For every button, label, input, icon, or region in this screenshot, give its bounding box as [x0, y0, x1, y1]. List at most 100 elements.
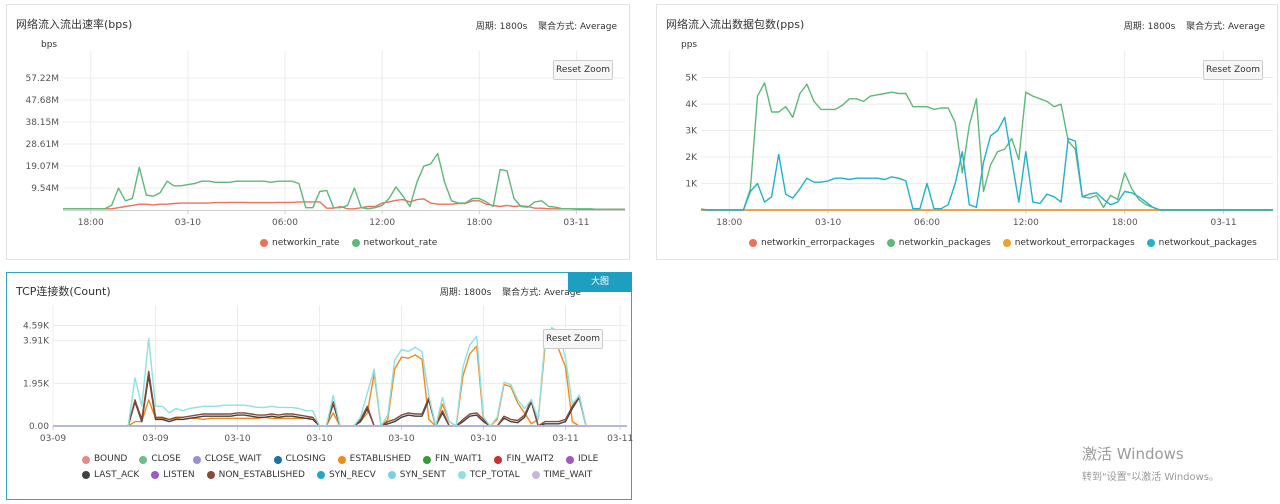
legend-label: LISTEN: [163, 469, 195, 480]
y-tick-label: 4K: [685, 100, 698, 110]
x-tick-label: 18:00: [466, 218, 492, 228]
x-tick-label: 06:00: [272, 218, 298, 228]
legend-item-fin-wait2[interactable]: FIN_WAIT2: [494, 453, 554, 466]
y-tick-label: 1K: [685, 180, 698, 190]
legend-marker: [351, 239, 360, 247]
x-tick-label: 03-10: [388, 434, 414, 444]
legend-marker: [886, 239, 895, 247]
legend-label: SYN_SENT: [399, 469, 446, 480]
legend-marker: [273, 455, 282, 464]
watermark-line-1: 激活 Windows: [1082, 445, 1184, 463]
legend-label: CLOSE: [151, 454, 181, 464]
chart-legend: networkin_rate networkout_rate: [260, 238, 449, 250]
y-axis-unit: bps: [41, 40, 57, 50]
x-tick-label: 03-09: [40, 434, 66, 444]
x-tick-label: 03-11: [607, 434, 633, 444]
reset-zoom-button[interactable]: Reset Zoom: [553, 60, 613, 80]
legend-item-networkout-packages[interactable]: networkout_packages: [1146, 238, 1257, 248]
y-tick-label: 47.68M: [25, 96, 59, 106]
x-tick-label: 03-11: [563, 218, 589, 228]
y-tick-label: 28.61M: [25, 140, 59, 150]
legend-row: LAST_ACK LISTEN NON_ESTABLISHED SYN_RECV SYN…: [82, 469, 610, 485]
legend-item-close-wait[interactable]: CLOSE_WAIT: [192, 453, 262, 466]
y-tick-label: 4.59K: [23, 322, 50, 332]
chart-legend: networkin_errorpackages networkin_package…: [749, 238, 1269, 250]
legend-item-networkin-packages[interactable]: networkin_packages: [886, 238, 991, 248]
legend-marker: [192, 455, 201, 464]
x-tick-label: 03-11: [552, 434, 578, 444]
y-tick-label: 3.91K: [23, 336, 50, 346]
legend-label: CLOSE_WAIT: [204, 454, 262, 464]
legend-label: NON_ESTABLISHED: [218, 469, 305, 480]
legend-item-listen[interactable]: LISTEN: [151, 469, 195, 482]
x-tick-label: 03-10: [815, 218, 841, 228]
legend-marker: [206, 471, 215, 479]
series-line-networkout-rate: [63, 152, 625, 211]
reset-zoom-button[interactable]: Reset Zoom: [543, 329, 603, 349]
legend-row: BOUND CLOSE CLOSE_WAIT CLOSING ESTABLISHED FI…: [82, 453, 610, 469]
y-tick-label: 38.15M: [25, 118, 59, 128]
legend-marker: [457, 471, 466, 479]
legend-marker: [82, 471, 90, 479]
legend-item-last-ack[interactable]: LAST_ACK: [82, 469, 139, 482]
y-axis-unit: pps: [681, 40, 697, 50]
series-line-networkout-packages: [700, 116, 1273, 211]
y-tick-label: 3K: [685, 127, 698, 137]
legend-label: networkin_errorpackages: [761, 238, 875, 248]
legend-item-tcp-total[interactable]: TCP_TOTAL: [457, 469, 520, 482]
chart-panel-pps: 网络流入流出数据包数(pps) 周期: 1800s 聚合方式: Average …: [656, 4, 1278, 260]
legend-marker: [82, 455, 90, 464]
legend-item-fin-wait1[interactable]: FIN_WAIT1: [422, 453, 483, 466]
reset-zoom-button[interactable]: Reset Zoom: [1203, 60, 1263, 80]
legend-marker: [316, 471, 325, 479]
y-tick-label: 2K: [685, 153, 698, 163]
chart-legend: BOUND CLOSE CLOSE_WAIT CLOSING ESTABLISHED FI…: [82, 453, 610, 484]
y-tick-label: 0.00: [29, 422, 49, 432]
x-tick-label: 03-09: [142, 434, 168, 444]
series-line-non-established: [53, 370, 627, 427]
watermark-line-2: 转到"设置"以激活 Windows。: [1082, 472, 1220, 483]
legend-item-syn-recv[interactable]: SYN_RECV: [316, 469, 376, 482]
legend-item-networkout-errorpackages[interactable]: networkout_errorpackages: [1002, 238, 1135, 248]
legend-label: networkout_errorpackages: [1014, 238, 1135, 248]
legend-marker: [139, 455, 148, 464]
legend-item-networkin-rate[interactable]: networkin_rate: [260, 238, 340, 248]
legend-label: networkout_rate: [363, 238, 438, 248]
legend-item-established[interactable]: ESTABLISHED: [337, 453, 411, 466]
legend-item-time-wait[interactable]: TIME_WAIT: [531, 469, 593, 482]
legend-item-closing[interactable]: CLOSING: [273, 453, 326, 466]
legend-item-bound[interactable]: BOUND: [82, 453, 127, 466]
legend-item-syn-sent[interactable]: SYN_SENT: [387, 469, 446, 482]
legend-label: TIME_WAIT: [543, 469, 593, 480]
legend-item-networkin-errorpackages[interactable]: networkin_errorpackages: [749, 238, 875, 248]
legend-label: IDLE: [577, 454, 599, 464]
legend-marker: [260, 239, 268, 247]
legend-marker: [565, 455, 574, 464]
legend-label: networkin_packages: [898, 238, 991, 248]
x-tick-label: 12:00: [369, 218, 395, 228]
legend-item-idle[interactable]: IDLE: [565, 453, 599, 466]
legend-item-non-established[interactable]: NON_ESTABLISHED: [206, 469, 305, 482]
legend-item-networkout-rate[interactable]: networkout_rate: [351, 238, 438, 248]
y-tick-label: 19.07M: [25, 162, 59, 172]
legend-marker: [422, 455, 431, 464]
line-chart-bps[interactable]: 9.54M 19.07M 28.61M 38.15M 47.68M 57.22M 18:00…: [7, 5, 631, 261]
line-chart-pps[interactable]: 1K 2K 3K 4K 5K 18:00 03-10 06:00 12:00 18:00 03-11…: [657, 5, 1279, 261]
legend-marker: [494, 455, 503, 464]
legend-label: networkout_packages: [1158, 238, 1257, 248]
x-tick-label: 03-10: [175, 218, 201, 228]
legend-label: FIN_WAIT2: [506, 454, 554, 464]
x-tick-label: 18:00: [78, 218, 104, 228]
x-tick-label: 03-10: [470, 434, 496, 444]
windows-activation-watermark: 激活 Windows 转到"设置"以激活 Windows。: [1082, 443, 1219, 483]
legend-label: networkin_rate: [272, 238, 340, 248]
legend-label: FIN_WAIT1: [434, 454, 483, 464]
x-tick-label: 18:00: [1112, 218, 1138, 228]
legend-item-close[interactable]: CLOSE: [139, 453, 181, 466]
x-tick-label: 06:00: [914, 218, 940, 228]
legend-label: ESTABLISHED: [349, 454, 411, 464]
legend-marker: [531, 471, 540, 479]
y-tick-label: 57.22M: [25, 74, 59, 84]
chart-panel-bps: 网络流入流出速率(bps) 周期: 1800s 聚合方式: Average 9.…: [6, 4, 630, 260]
x-tick-label: 03-10: [224, 434, 250, 444]
